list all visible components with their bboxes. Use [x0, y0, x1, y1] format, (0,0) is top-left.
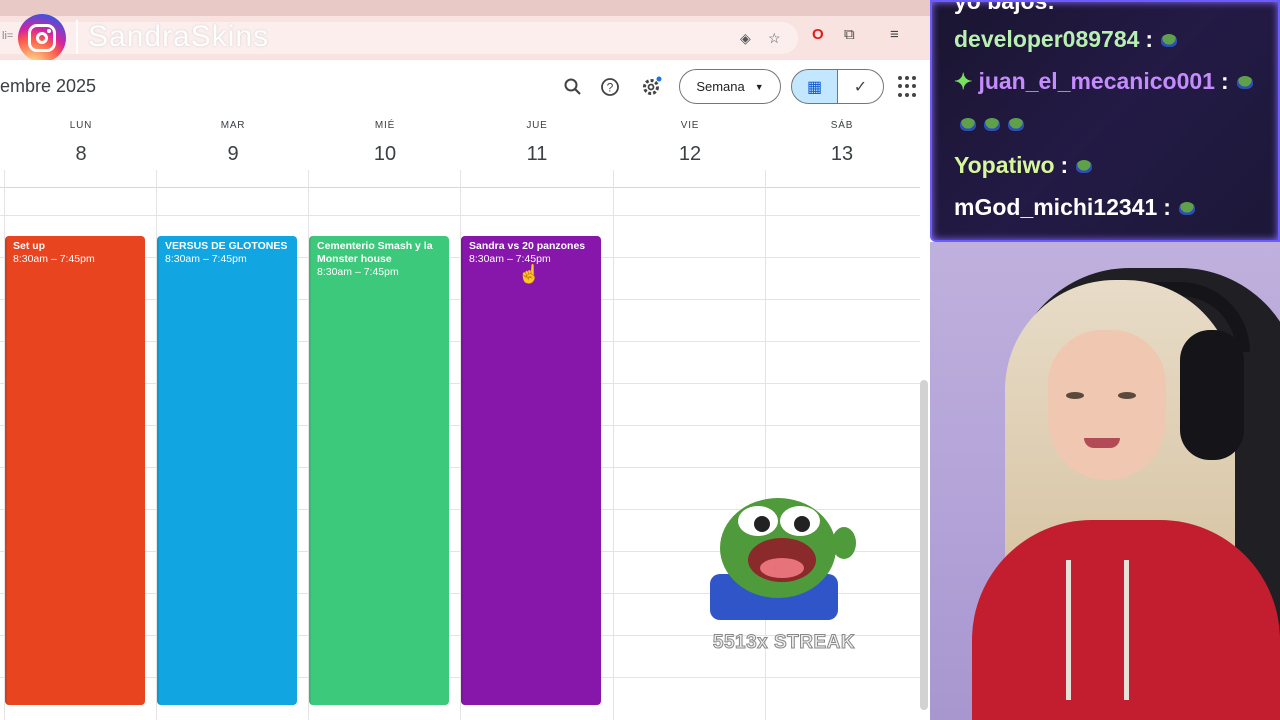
day-of-week: VIE [680, 120, 700, 131]
instagram-logo-icon [18, 14, 66, 62]
event-time: 8:30am – 7:45pm [317, 266, 399, 278]
apps-grid-icon[interactable] [898, 76, 920, 98]
opera-icon[interactable]: O [812, 26, 824, 44]
emote-icon [1236, 76, 1253, 90]
hoodie-string [1066, 560, 1071, 700]
help-icon[interactable]: ? [597, 74, 623, 100]
calendar-header: embre 2025 ? Semana ▼ ▦ ✓ [0, 60, 930, 112]
chat-emote-row [952, 110, 1024, 137]
instagram-handle: SandraSkins [88, 20, 270, 53]
settings-gear-icon[interactable] [638, 74, 664, 100]
day-header[interactable]: VIE 12 [614, 120, 766, 166]
day-of-week: MIÉ [374, 120, 396, 131]
day-header[interactable]: SÁB 13 [766, 120, 918, 166]
calendar-event[interactable]: Cementerio Smash y la Monster house 8:30… [309, 236, 449, 705]
mouse-pointer-icon: ☝ [518, 264, 541, 284]
calendar-event[interactable]: Set up 8:30am – 7:45pm [5, 236, 145, 705]
media-icon[interactable]: ≡ [890, 26, 899, 44]
chat-username: juan_el_mecanico001 [978, 68, 1215, 94]
chevron-down-icon: ▼ [754, 81, 764, 92]
day-of-week: LUN [69, 120, 93, 131]
peepo-emote-icon [710, 498, 856, 620]
event-title: Set up [13, 240, 46, 252]
browser-tab-strip [0, 0, 930, 16]
calendar-view-toggle[interactable]: ▦ [791, 69, 838, 104]
calendar-icon: ▦ [806, 78, 823, 96]
chat-username: mGod_michi12341 [954, 194, 1158, 220]
day-number[interactable]: 9 [157, 143, 309, 166]
emote-icon [1178, 202, 1195, 216]
streamer-face [1048, 330, 1166, 480]
chat-username: developer089784 [954, 26, 1140, 52]
view-selector-button[interactable]: Semana ▼ [679, 69, 781, 104]
stream-chat-overlay: yo bajos: developer089784: ✦ juan_el_meca… [930, 0, 1280, 242]
event-time: 8:30am – 7:45pm [165, 253, 247, 265]
streamer-eye [1118, 392, 1136, 399]
calendar-scrollbar[interactable] [920, 380, 928, 710]
month-title: embre 2025 [0, 76, 97, 96]
emote-icon [1161, 34, 1178, 48]
chat-message: developer089784: [954, 26, 1178, 53]
event-title: VERSUS DE GLOTONES [165, 240, 288, 252]
day-column-divider [613, 170, 614, 720]
chat-message: ✦ juan_el_mecanico001: [954, 68, 1253, 95]
bookmark-star-icon[interactable]: ☆ [768, 30, 781, 46]
chat-username: yo bajos: [954, 0, 1055, 14]
chat-message: yo bajos: [954, 0, 1055, 15]
overlay-divider [76, 20, 78, 54]
chat-message: Yopatiwo: [954, 152, 1093, 179]
chat-username: Yopatiwo [954, 152, 1055, 178]
day-of-week: SÁB [830, 120, 854, 131]
emote-icon [1008, 118, 1024, 132]
day-header[interactable]: LUN 8 [5, 120, 157, 166]
extension-icon[interactable]: ◈ [740, 30, 751, 46]
emote-icon [984, 118, 1000, 132]
svg-text:?: ? [607, 81, 614, 95]
calendar-event[interactable]: Sandra vs 20 panzones 8:30am – 7:45pm [461, 236, 601, 705]
sparkle-badge-icon: ✦ [954, 69, 973, 94]
chat-message: mGod_michi12341: [954, 194, 1195, 221]
url-text: li= [2, 30, 14, 42]
day-header[interactable]: MIÉ 10 [309, 120, 461, 166]
tasks-view-toggle[interactable]: ✓ [837, 69, 884, 104]
search-icon[interactable] [560, 74, 586, 100]
day-number[interactable]: 10 [309, 143, 461, 166]
puzzle-icon[interactable]: ⧉ [844, 26, 855, 44]
day-number[interactable]: 8 [5, 143, 157, 166]
emote-icon [1076, 160, 1093, 174]
hoodie-string [1124, 560, 1129, 700]
emote-icon [960, 118, 976, 132]
event-title: Sandra vs 20 panzones [469, 240, 586, 252]
streamer-eye [1066, 392, 1084, 399]
headset-icon [1180, 330, 1244, 460]
event-time: 8:30am – 7:45pm [13, 253, 95, 265]
view-selector-label: Semana [696, 79, 745, 94]
streamer-mouth [1084, 438, 1120, 448]
emote-streak-label: 5513x STREAK [712, 632, 856, 654]
event-title: Cementerio Smash y la Monster house [317, 240, 433, 265]
day-number[interactable]: 11 [461, 143, 613, 166]
calendar-event[interactable]: VERSUS DE GLOTONES 8:30am – 7:45pm [157, 236, 297, 705]
day-number[interactable]: 12 [614, 143, 766, 166]
day-number[interactable]: 13 [766, 143, 918, 166]
day-header[interactable]: JUE 11 [461, 120, 613, 166]
check-circle-icon: ✓ [853, 78, 868, 96]
day-header[interactable]: MAR 9 [157, 120, 309, 166]
day-of-week: MAR [220, 120, 246, 131]
day-of-week: JUE [526, 120, 548, 131]
